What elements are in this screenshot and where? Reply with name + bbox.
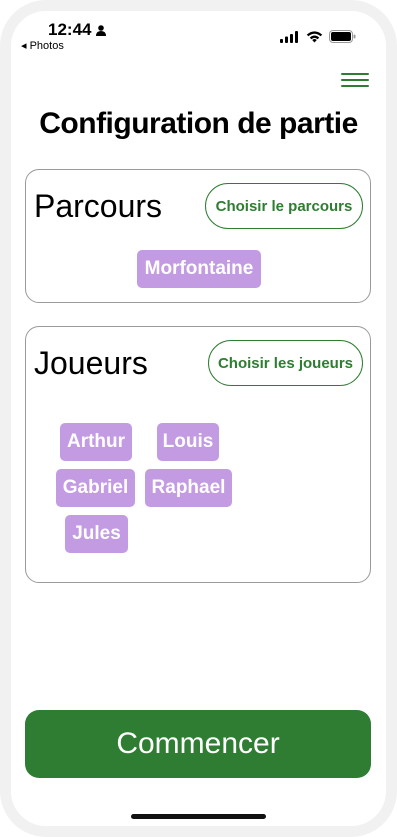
battery-icon — [329, 30, 356, 43]
start-button[interactable]: Commencer — [25, 710, 371, 778]
player-chip-gabriel[interactable]: Gabriel — [56, 469, 135, 507]
parcours-chip[interactable]: Morfontaine — [137, 250, 261, 288]
player-chip-louis[interactable]: Louis — [157, 423, 219, 461]
person-icon — [96, 25, 106, 36]
choose-players-button[interactable]: Choisir les joueurs — [208, 340, 363, 386]
choose-parcours-button[interactable]: Choisir le parcours — [205, 183, 363, 229]
joueurs-title: Joueurs — [34, 345, 148, 381]
wifi-icon — [306, 31, 323, 43]
parcours-title: Parcours — [34, 188, 163, 224]
player-chip-arthur[interactable]: Arthur — [60, 423, 132, 461]
page-title: Configuration de partie — [39, 107, 358, 140]
signal-icon — [280, 31, 298, 43]
player-chip-jules[interactable]: Jules — [65, 515, 128, 553]
parcours-card: Parcours Choisir le parcours Morfontaine — [25, 169, 371, 303]
player-chip-raphael[interactable]: Raphael — [145, 469, 232, 507]
status-time: 12:44 — [48, 20, 92, 39]
joueurs-card: Joueurs Choisir les joueurs Arthur Louis… — [25, 326, 371, 583]
back-to-photos-link[interactable]: ◂ Photos — [21, 39, 64, 52]
home-indicator[interactable] — [131, 814, 266, 819]
hamburger-menu-icon[interactable] — [341, 73, 369, 93]
